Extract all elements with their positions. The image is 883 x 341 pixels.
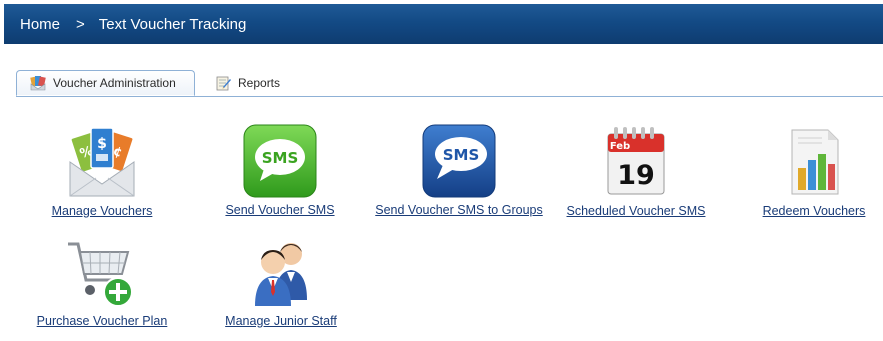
sms-blue-icon: SMS: [422, 124, 496, 198]
sms-blue-icon-text: SMS: [443, 146, 480, 164]
tab-voucher-administration-label: Voucher Administration: [53, 76, 176, 90]
tile-manage-vouchers-label[interactable]: Manage Vouchers: [40, 204, 164, 218]
tile-redeem-vouchers-label[interactable]: Redeem Vouchers: [756, 204, 872, 218]
tile-manage-junior-staff-label[interactable]: Manage Junior Staff: [222, 314, 340, 328]
tab-bar: Voucher Administration Reports: [16, 70, 883, 97]
calendar-icon: Feb 19: [607, 127, 665, 195]
shopping-cart-add-icon: [68, 242, 133, 307]
reports-icon: [216, 76, 231, 90]
calendar-day-text: 19: [617, 160, 655, 191]
tile-purchase-voucher-plan[interactable]: Purchase Voucher Plan: [32, 234, 172, 328]
tile-send-voucher-sms-groups[interactable]: SMS Send Voucher SMS to Groups: [370, 123, 548, 217]
vouchers-envelope-icon: % ¢ $: [69, 127, 135, 197]
breadcrumb-current: Text Voucher Tracking: [98, 15, 247, 33]
staff-people-icon: [255, 243, 307, 306]
tile-send-voucher-sms-groups-label[interactable]: Send Voucher SMS to Groups: [370, 203, 548, 217]
calendar-month-text: Feb: [610, 141, 630, 152]
voucher-admin-icon: [30, 76, 46, 91]
tab-reports[interactable]: Reports: [206, 70, 296, 95]
tile-manage-junior-staff[interactable]: Manage Junior Staff: [222, 234, 340, 328]
tab-voucher-administration[interactable]: Voucher Administration: [16, 70, 195, 96]
sms-green-icon: SMS: [243, 124, 317, 198]
breadcrumb-home-link[interactable]: Home: [20, 16, 60, 33]
tile-manage-vouchers[interactable]: % ¢ $ Manage Vouchers: [40, 124, 164, 218]
breadcrumb-separator: >: [76, 15, 85, 33]
tile-redeem-vouchers[interactable]: Redeem Vouchers: [756, 124, 872, 218]
tab-reports-label: Reports: [238, 75, 281, 90]
sms-green-icon-text: SMS: [262, 149, 299, 167]
tile-scheduled-voucher-sms-label[interactable]: Scheduled Voucher SMS: [562, 204, 710, 218]
tile-purchase-voucher-plan-label[interactable]: Purchase Voucher Plan: [32, 314, 172, 328]
svg-text:$: $: [97, 136, 107, 152]
breadcrumb-bar: Home > Text Voucher Tracking: [4, 4, 883, 44]
bar-chart-report-icon: [791, 129, 839, 195]
tile-send-voucher-sms[interactable]: SMS Send Voucher SMS: [222, 123, 338, 217]
tile-send-voucher-sms-label[interactable]: Send Voucher SMS: [222, 203, 338, 217]
tile-scheduled-voucher-sms[interactable]: Feb 19 Scheduled Voucher SMS: [562, 124, 710, 218]
